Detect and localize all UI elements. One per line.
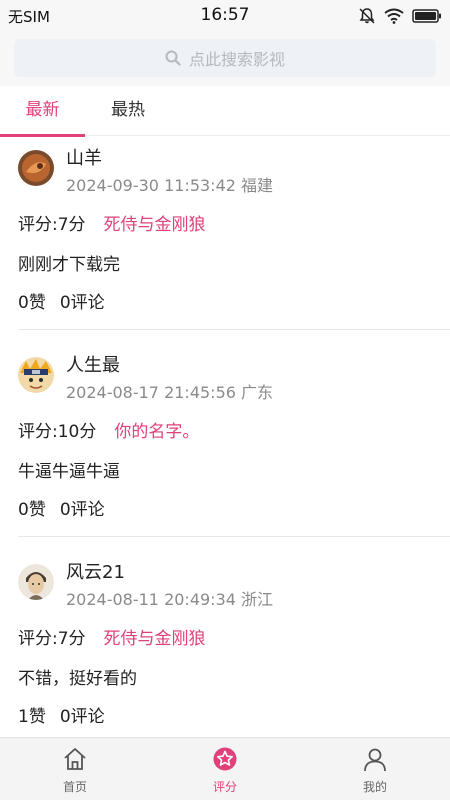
search-area: 点此搜索影视 xyxy=(0,32,450,86)
tab-latest[interactable]: 最新 xyxy=(0,86,85,137)
search-placeholder: 点此搜索影视 xyxy=(188,50,285,69)
post-meta: 2024-08-11 20:49:34 浙江 xyxy=(66,586,273,610)
score-value: 评分:10分 xyxy=(18,422,97,442)
like-button[interactable]: 0赞 xyxy=(18,288,46,313)
tab-latest-label: 最新 xyxy=(25,100,60,120)
nav-rating-label: 评分 xyxy=(212,780,237,794)
post-datetime: 2024-08-17 21:45:56 xyxy=(66,383,236,402)
post-actions: 0赞 0评论 xyxy=(18,288,105,313)
nav-mine[interactable]: 我的 xyxy=(300,738,450,800)
bottom-nav: 首页 评分 我的 xyxy=(0,737,450,800)
score-value: 评分:7分 xyxy=(18,215,86,235)
comment-button[interactable]: 0评论 xyxy=(60,495,105,520)
score-row: 评分:7分 死侍与金刚狼 xyxy=(18,624,206,649)
wifi-icon xyxy=(384,8,404,24)
avatar[interactable] xyxy=(18,564,54,600)
post-datetime: 2024-09-30 11:53:42 xyxy=(66,176,236,195)
movie-title-link[interactable]: 你的名字。 xyxy=(114,422,199,442)
username[interactable]: 人生最 xyxy=(66,351,120,377)
post-location: 浙江 xyxy=(241,590,274,609)
review-feed[interactable]: 山羊 2024-09-30 11:53:42 福建 评分:7分 死侍与金刚狼 刚刚… xyxy=(0,136,450,736)
post-meta: 2024-08-17 21:45:56 广东 xyxy=(66,379,273,403)
divider xyxy=(18,329,450,330)
avatar-image xyxy=(18,564,54,600)
review-text: 不错，挺好看的 xyxy=(18,669,137,689)
review-text: 刚刚才下载完 xyxy=(18,255,120,275)
tab-hot[interactable]: 最热 xyxy=(100,86,156,136)
score-row: 评分:7分 死侍与金刚狼 xyxy=(18,210,206,235)
status-icons xyxy=(358,7,442,25)
movie-title-link[interactable]: 死侍与金刚狼 xyxy=(104,215,206,235)
post-meta: 2024-09-30 11:53:42 福建 xyxy=(66,172,273,196)
status-bar: 无SIM 16:57 xyxy=(0,0,450,32)
username[interactable]: 山羊 xyxy=(66,144,102,170)
comment-button[interactable]: 0评论 xyxy=(60,288,105,313)
nav-home[interactable]: 首页 xyxy=(0,738,150,800)
person-icon xyxy=(364,748,386,772)
username[interactable]: 风云21 xyxy=(66,558,125,584)
avatar-image xyxy=(18,150,54,186)
review-text: 牛逼牛逼牛逼 xyxy=(18,462,120,482)
post-actions: 1赞 0评论 xyxy=(18,702,105,727)
score-row: 评分:10分 你的名字。 xyxy=(18,417,199,442)
tab-bar: 最新 最热 xyxy=(0,86,450,137)
tab-hot-label: 最热 xyxy=(111,100,145,120)
avatar[interactable] xyxy=(18,357,54,393)
bell-muted-icon xyxy=(359,8,375,24)
score-value: 评分:7分 xyxy=(18,629,86,649)
home-icon xyxy=(64,748,86,770)
post-location: 广东 xyxy=(241,383,274,402)
post-location: 福建 xyxy=(241,176,274,195)
movie-title-link[interactable]: 死侍与金刚狼 xyxy=(104,629,206,649)
like-button[interactable]: 0赞 xyxy=(18,495,46,520)
nav-mine-label: 我的 xyxy=(362,780,387,794)
comment-button[interactable]: 0评论 xyxy=(60,702,105,727)
search-input[interactable]: 点此搜索影视 xyxy=(14,39,436,77)
avatar[interactable] xyxy=(18,150,54,186)
nav-rating[interactable]: 评分 xyxy=(150,738,300,800)
star-circle-icon xyxy=(213,747,237,771)
post-datetime: 2024-08-11 20:49:34 xyxy=(66,590,236,609)
like-button[interactable]: 1赞 xyxy=(18,702,46,727)
post-actions: 0赞 0评论 xyxy=(18,495,105,520)
divider xyxy=(18,536,450,537)
battery-icon xyxy=(412,9,441,23)
search-icon xyxy=(165,50,181,66)
avatar-image xyxy=(18,357,54,393)
nav-home-label: 首页 xyxy=(62,780,87,794)
